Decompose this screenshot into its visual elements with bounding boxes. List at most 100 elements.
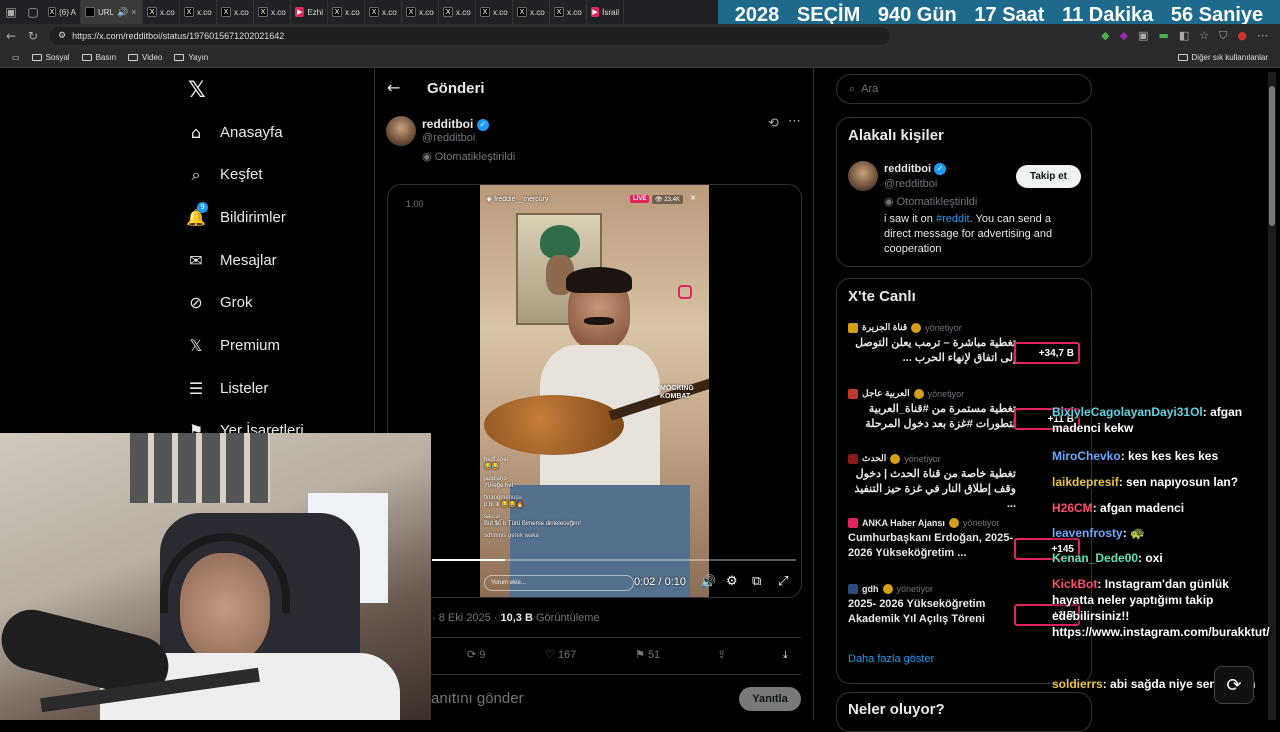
address-url[interactable]: https://x.com/redditboi/status/197601567… bbox=[72, 31, 284, 41]
related-name-row[interactable]: redditboi ✓ bbox=[884, 163, 947, 176]
related-avatar[interactable] bbox=[848, 161, 878, 191]
repost-button[interactable]: ⟳ 9 bbox=[467, 648, 485, 661]
video-progress-track[interactable] bbox=[432, 559, 796, 561]
settings-icon[interactable]: ⚙ bbox=[726, 574, 738, 589]
browser-tab[interactable]: Xx.co bbox=[180, 0, 217, 24]
video-player[interactable]: 1.00 ◉ freddie__mercury LIVE 👁 23,4K × M… bbox=[387, 184, 802, 598]
playback-speed[interactable]: 1.00 bbox=[406, 199, 424, 209]
chat-username[interactable]: leavenfrosty bbox=[1052, 526, 1123, 540]
like-button[interactable]: ♡ 167 bbox=[545, 648, 576, 661]
browser-tab[interactable]: Xx.co bbox=[143, 0, 180, 24]
painting-turban bbox=[540, 225, 580, 259]
tab-label: x.co bbox=[382, 7, 397, 17]
browser-tab[interactable]: Xx.co bbox=[217, 0, 254, 24]
site-info-icon[interactable]: ⚙ bbox=[58, 31, 66, 41]
bookmark-folder[interactable]: Basın bbox=[81, 53, 116, 62]
sidebar-item-bell[interactable]: 🔔 9 Bildirimler bbox=[186, 202, 286, 227]
browser-tab[interactable]: Xx.co bbox=[254, 0, 291, 24]
sidebar-item-x[interactable]: 𝕏 Premium bbox=[186, 336, 280, 356]
author-avatar[interactable] bbox=[386, 116, 416, 146]
scrollbar-thumb[interactable] bbox=[1269, 86, 1275, 226]
extension-icon[interactable]: ▣ bbox=[1138, 29, 1148, 43]
tab-label: x.co bbox=[530, 7, 545, 17]
sidebar-item-list[interactable]: ☰ Listeler bbox=[186, 378, 269, 398]
workspaces-icon[interactable]: ▣ bbox=[0, 5, 22, 19]
share-icon[interactable]: ⇪ bbox=[717, 648, 726, 661]
extension-icon[interactable]: ◆ bbox=[1101, 29, 1109, 43]
chat-username[interactable]: H26CM bbox=[1052, 501, 1093, 515]
follow-button[interactable]: Takip et bbox=[1016, 165, 1081, 188]
back-icon[interactable]: ← bbox=[0, 29, 22, 43]
bookmarks-menu-icon[interactable]: ▭ bbox=[12, 53, 20, 62]
live-listener-count[interactable]: +34,7 B bbox=[1014, 342, 1080, 364]
search-box[interactable]: ⌕ Ara bbox=[836, 74, 1092, 104]
video-frame[interactable]: ◉ freddie__mercury LIVE 👁 23,4K × MOCKIN… bbox=[480, 185, 709, 597]
author-handle[interactable]: @redditboi bbox=[422, 132, 475, 144]
reply-input[interactable]: anıtını gönder bbox=[431, 690, 524, 707]
chat-username[interactable]: KickBot bbox=[1052, 577, 1097, 591]
chat-message: leavenfrosty: 🐢 bbox=[1052, 526, 1145, 540]
tab-close-icon[interactable]: × bbox=[131, 7, 136, 17]
author-name[interactable]: redditboi bbox=[422, 117, 473, 131]
grok-actions-icon[interactable]: ⟲ bbox=[768, 116, 779, 131]
bio-hashtag[interactable]: #reddit bbox=[936, 213, 970, 225]
shield-icon[interactable]: ⛉ bbox=[1219, 29, 1227, 43]
other-bookmarks[interactable]: Diğer sık kullanılanlar bbox=[1177, 53, 1268, 62]
live-comment-user: sau.si_ bbox=[484, 514, 504, 520]
download-icon[interactable]: ⤓ bbox=[783, 648, 788, 662]
author-name-row[interactable]: redditboi ✓ bbox=[422, 117, 489, 131]
chat-username[interactable]: MiroChevko bbox=[1052, 449, 1121, 463]
fullscreen-icon[interactable]: ⤢ bbox=[778, 574, 788, 589]
related-handle[interactable]: @redditboi bbox=[884, 178, 937, 190]
browser-tab[interactable]: Xx.co bbox=[476, 0, 513, 24]
browser-tab[interactable]: Xx.co bbox=[328, 0, 365, 24]
sidebar-item-search[interactable]: ⌕ Keşfet bbox=[186, 165, 263, 185]
sidebar-item-mail[interactable]: ✉ Mesajlar bbox=[186, 250, 276, 270]
picture-in-picture-icon[interactable]: ⧉ bbox=[752, 574, 761, 589]
x-icon: X bbox=[258, 7, 268, 17]
chat-username[interactable]: BixiyleCagolayanDayi31Ol bbox=[1052, 405, 1203, 419]
related-name[interactable]: redditboi bbox=[884, 163, 931, 175]
x-logo[interactable]: 𝕏 bbox=[188, 78, 206, 103]
post-meta: · 8 Eki 2025 · 10,3 B Görüntüleme bbox=[432, 612, 600, 624]
browser-tab[interactable]: ▶ Ezhi bbox=[291, 0, 328, 24]
chat-username[interactable]: Kenan_Dede00 bbox=[1052, 551, 1138, 565]
address-bar[interactable]: ⚙ https://x.com/redditboi/status/1976015… bbox=[50, 27, 890, 45]
bookmark-folder[interactable]: Video bbox=[128, 53, 162, 62]
divider bbox=[431, 674, 801, 675]
live-item-status: yönetiyor bbox=[925, 322, 962, 333]
tab-actions-icon[interactable]: ▢ bbox=[22, 5, 44, 19]
bookmark-folder[interactable]: Yayın bbox=[174, 53, 208, 62]
chat-username[interactable]: soldierrs bbox=[1052, 677, 1103, 691]
browser-tab[interactable]: Xx.co bbox=[439, 0, 476, 24]
sidebar-item-home[interactable]: ⌂ Anasayfa bbox=[186, 122, 283, 142]
bookmark-folder[interactable]: Sosyal bbox=[31, 53, 70, 62]
reply-button[interactable]: Yanıtla bbox=[739, 687, 801, 711]
extension-icon[interactable]: ▬ bbox=[1158, 29, 1168, 43]
browser-tab[interactable]: Xx.co bbox=[513, 0, 550, 24]
more-options-icon[interactable]: ⋯ bbox=[788, 114, 801, 129]
column-divider bbox=[813, 68, 814, 720]
back-arrow-icon[interactable]: ← bbox=[387, 78, 400, 97]
reload-icon[interactable]: ↻ bbox=[22, 29, 44, 43]
post-date[interactable]: 8 Eki 2025 bbox=[439, 612, 491, 624]
extension-icon[interactable]: ◧ bbox=[1179, 29, 1189, 43]
menu-icon[interactable]: ⋯ bbox=[1257, 29, 1268, 43]
profile-avatar[interactable]: ● bbox=[1237, 29, 1247, 43]
show-more-link[interactable]: Daha fazla göster bbox=[848, 653, 934, 665]
live-item-source-row: العربية عاجل yönetiyor bbox=[848, 388, 1098, 399]
favorites-icon[interactable]: ☆ bbox=[1199, 29, 1209, 43]
extension-icon[interactable]: ◆ bbox=[1120, 29, 1128, 43]
chat-message: H26CM: afgan madenci bbox=[1052, 501, 1185, 515]
chat-username[interactable]: laikdepresif bbox=[1052, 475, 1119, 489]
browser-tab[interactable]: URL 🔊 × bbox=[81, 0, 143, 24]
browser-tab[interactable]: Xx.co bbox=[550, 0, 587, 24]
browser-tab[interactable]: Xx.co bbox=[402, 0, 439, 24]
bookmark-button[interactable]: ⚑ 51 bbox=[635, 648, 660, 661]
browser-tab[interactable]: ▶ İsrail bbox=[587, 0, 624, 24]
browser-tab[interactable]: X (6) A bbox=[44, 0, 81, 24]
tab-audio-icon[interactable]: 🔊 bbox=[117, 7, 128, 18]
volume-icon[interactable]: 🔊 bbox=[700, 575, 716, 590]
browser-tab[interactable]: Xx.co bbox=[365, 0, 402, 24]
sidebar-item-grok[interactable]: ⊘ Grok bbox=[186, 293, 252, 313]
